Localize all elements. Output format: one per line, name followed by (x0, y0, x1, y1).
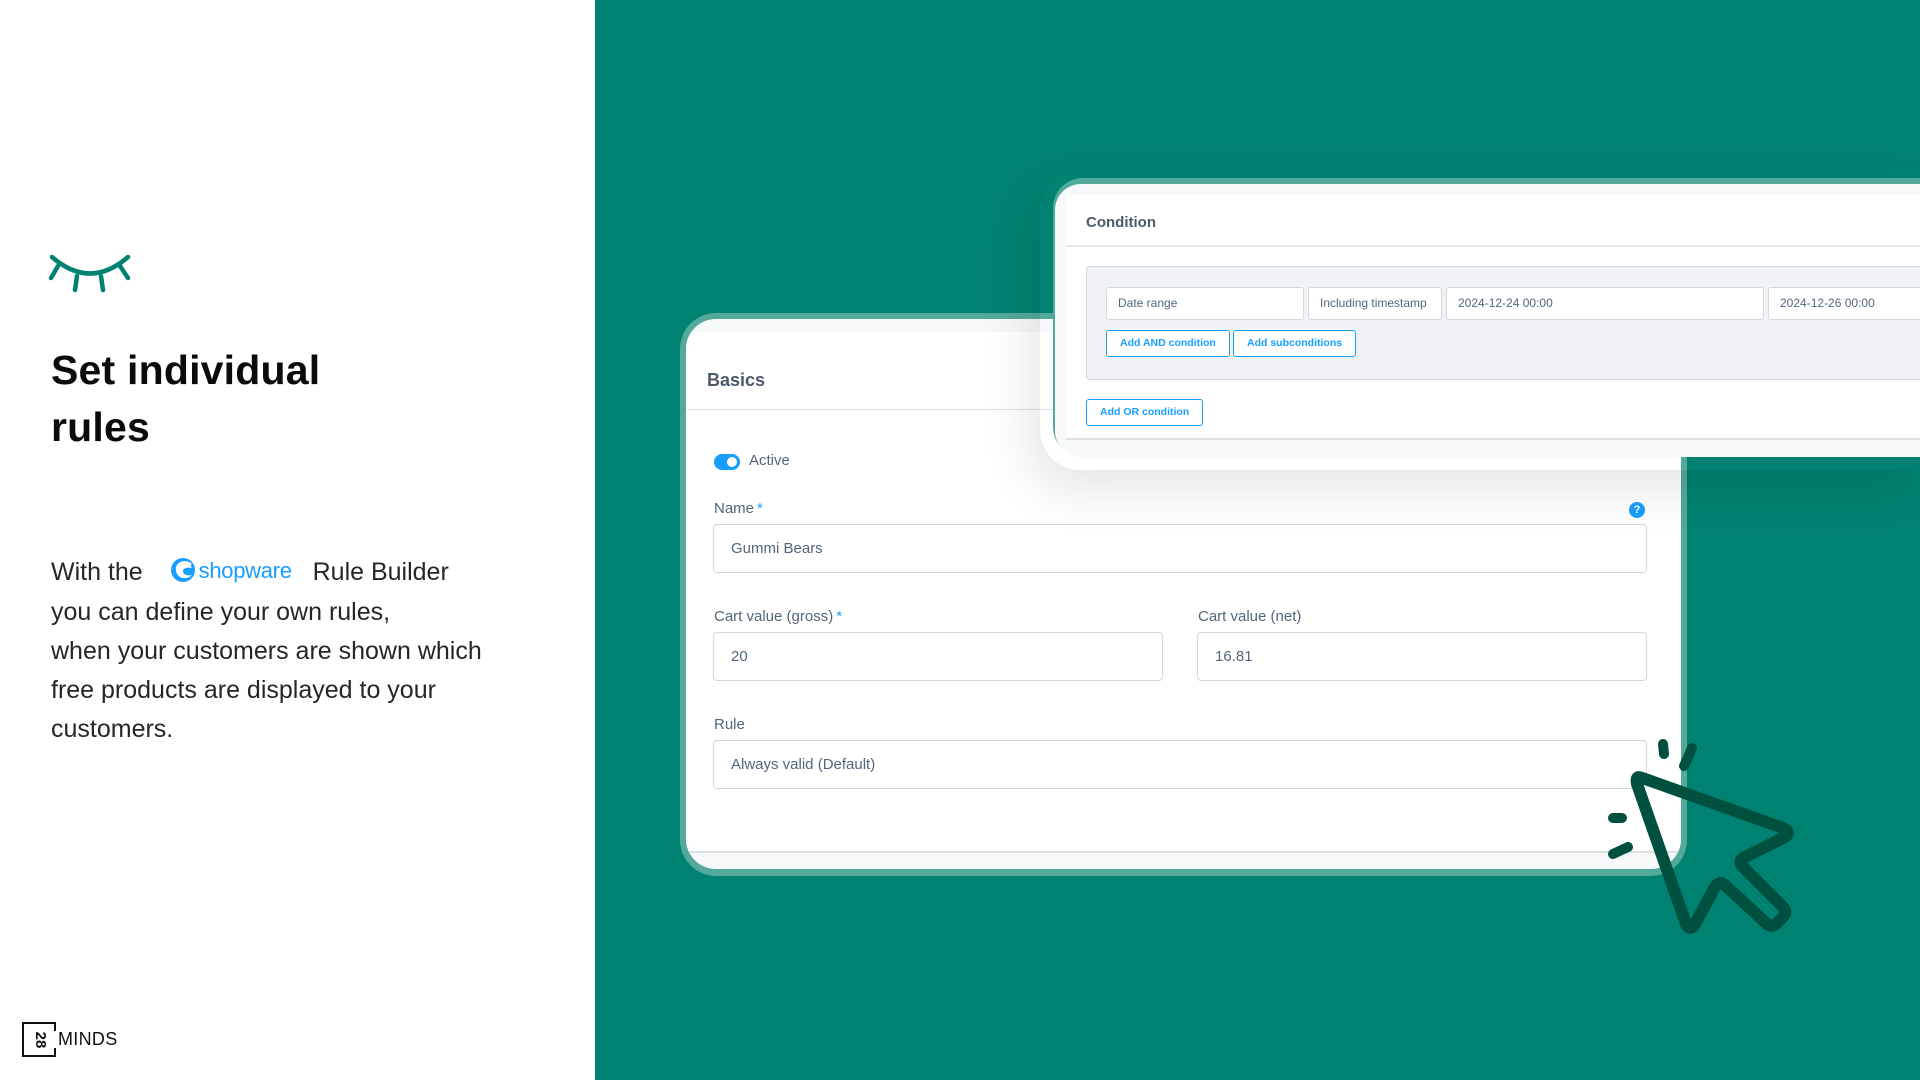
add-and-condition-button[interactable]: Add AND condition (1106, 330, 1230, 357)
condition-type-select[interactable]: Date range (1106, 287, 1304, 320)
rule-select[interactable]: Always valid (Default) (713, 740, 1647, 789)
condition-title: Condition (1086, 214, 1156, 231)
active-toggle[interactable] (714, 454, 740, 470)
name-input[interactable]: Gummi Bears (713, 524, 1647, 573)
description-prefix: With the (51, 558, 143, 586)
logo-number: 28 (32, 1031, 49, 1049)
shopware-logo-icon (170, 558, 195, 583)
cart-gross-input[interactable]: 20 (713, 632, 1163, 681)
name-label: Name * (714, 500, 763, 517)
description-line-2: you can define your own rules, (51, 597, 391, 626)
description-line-5: customers. (51, 714, 174, 743)
logo-box: 28 (22, 1022, 56, 1057)
company-logo: 28 MINDS (22, 1022, 118, 1057)
mouse-pointer-click-icon (1608, 739, 1794, 934)
logo-word: MINDS (58, 1029, 118, 1049)
add-or-condition-button[interactable]: Add OR condition (1086, 399, 1204, 426)
description-suffix: Rule Builder (312, 558, 449, 586)
page-headline: Set individual rules (51, 342, 320, 456)
rule-label: Rule (714, 716, 745, 733)
description-line-1: With the shopware Rule Builder (51, 553, 571, 593)
cart-gross-label-text: Cart value (gross) (714, 608, 834, 625)
description: With the shopware Rule Builder you can d… (51, 553, 571, 749)
divider (1066, 245, 1920, 247)
condition-card-body: Condition Date range Including timestamp… (1066, 195, 1920, 440)
condition-group: Date range Including timestamp 2024-12-2… (1086, 266, 1920, 380)
headline-line-2: rules (51, 404, 150, 450)
left-panel: Set individual rules With the shopware R… (0, 0, 595, 1080)
name-label-text: Name (714, 500, 755, 517)
start-date-input[interactable]: 2024-12-24 00:00 (1446, 287, 1764, 320)
cart-net-input[interactable]: 16.81 (1197, 632, 1647, 681)
active-label: Active (749, 452, 790, 469)
basics-title: Basics (707, 370, 766, 390)
required-mark: * (836, 608, 843, 625)
condition-card: Condition Date range Including timestamp… (1055, 184, 1920, 457)
cart-gross-label: Cart value (gross) * (714, 608, 842, 625)
shopware-logo: shopware (170, 551, 292, 590)
help-icon[interactable]: ? (1629, 502, 1645, 518)
end-date-input[interactable]: 2024-12-26 00:00 (1768, 287, 1920, 320)
timestamp-select[interactable]: Including timestamp (1308, 287, 1442, 320)
cart-net-label: Cart value (net) (1198, 608, 1302, 625)
description-line-4: free products are displayed to your (51, 675, 436, 704)
headline-line-1: Set individual (51, 347, 321, 393)
description-line-3: when your customers are shown which (51, 636, 482, 665)
shopware-wordmark: shopware (198, 557, 292, 583)
required-mark: * (757, 500, 763, 517)
closed-eye-icon (48, 254, 131, 293)
add-subconditions-button[interactable]: Add subconditions (1233, 330, 1357, 357)
